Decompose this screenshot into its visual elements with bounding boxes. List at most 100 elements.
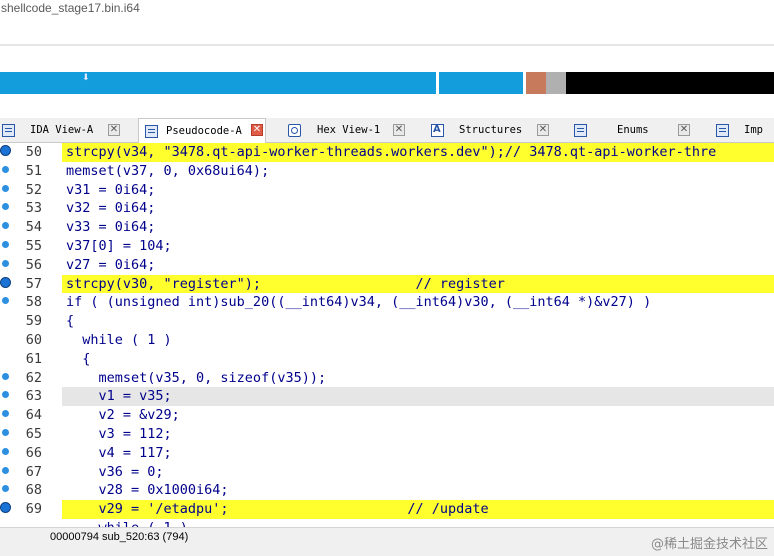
code-line[interactable]: 59 { [0,312,774,331]
close-icon[interactable]: ✕ [393,124,405,136]
breakpoint-dot-icon[interactable] [2,241,9,248]
ida-view-icon [2,123,15,137]
breakpoint-dot-icon[interactable] [2,429,9,436]
code-text: while ( 1 ) [66,332,172,348]
breakpoint-dot-icon[interactable] [0,145,11,156]
breakpoint-dot-icon[interactable] [2,184,9,192]
code-text: v28 = 0x1000i64; [66,482,229,499]
code-line[interactable]: 51 memset(v37, 0, 0x68ui64); [0,162,774,181]
code-line[interactable]: while ( 1 ) [0,519,774,527]
line-number: 54 [25,219,42,236]
toolbar-area [0,18,774,44]
code-line[interactable]: 55 v37[0] = 104; [0,237,774,256]
tab-ida-view-a[interactable]: IDA View-A ✕ [2,119,120,141]
navband-code-segment-2 [439,72,523,94]
line-number: 67 [25,463,42,480]
imports-icon [716,123,729,137]
tab-label: IDA View-A [30,124,94,136]
line-number: 55 [25,238,42,254]
line-number: 59 [25,313,42,330]
breakpoint-dot-icon[interactable] [2,410,9,418]
line-number: 50 [25,144,42,160]
enums-icon [574,123,587,137]
code-line[interactable]: 65 v3 = 112; [0,425,774,444]
structures-icon [431,123,444,137]
code-line[interactable]: 57 strcpy(v30, "register"); // register [0,274,774,294]
close-icon[interactable]: ✕ [537,124,549,136]
code-text: v1 = v35; [66,388,172,405]
code-line[interactable]: 58 if ( (unsigned int)sub_20((__int64)v34… [0,293,774,312]
code-line[interactable]: 63 v1 = v35; [0,387,774,407]
breakpoint-dot-icon[interactable] [2,391,9,399]
tab-label: Enums [617,124,649,136]
line-number: 63 [25,388,42,405]
breakpoint-dot-icon[interactable] [2,466,9,474]
navband-position-arrow-icon: ⬇ [82,73,90,83]
navigation-band[interactable]: ⬇ [0,72,774,94]
pseudocode-icon [145,124,158,138]
breakpoint-dot-icon[interactable] [2,447,9,455]
code-text: v3 = 112; [66,426,172,442]
code-line[interactable]: 69 v29 = '/etadpu'; // /update [0,500,774,519]
code-line[interactable]: 68 v28 = 0x1000i64; [0,481,774,500]
spacer [0,94,774,116]
line-number: 69 [25,501,42,518]
line-number: 62 [25,369,42,386]
tab-pseudocode-a[interactable]: Pseudocode-A ✕ [138,118,266,143]
navband-external-segment [566,72,774,94]
code-line[interactable]: 50 strcpy(v34, "3478.qt-api-worker-thread… [0,143,774,162]
tab-label: Structures [459,124,523,136]
line-number: 51 [25,162,42,179]
line-number: 52 [25,181,42,198]
code-text: strcpy(v34, "3478.qt-api-worker-threads.… [66,144,717,160]
close-icon[interactable]: ✕ [108,124,120,136]
navband-code-segment [0,72,436,94]
tab-enums[interactable]: Enums ✕ [574,119,690,141]
code-line[interactable]: 64 v2 = &v29; [0,406,774,425]
code-text: v32 = 0i64; [66,200,156,217]
tab-imports[interactable]: Imp [716,119,774,141]
breakpoint-dot-icon[interactable] [0,502,11,514]
code-text: { [66,313,75,330]
code-line[interactable]: 61 { [0,350,774,369]
tab-structures[interactable]: Structures ✕ [431,119,549,141]
status-address: 00000794 sub_520:63 (794) [50,531,189,543]
code-text: v4 = 117; [66,444,172,461]
breakpoint-dot-icon[interactable] [2,222,9,230]
close-icon[interactable]: ✕ [251,124,263,136]
code-line[interactable]: 60 while ( 1 ) [0,331,774,350]
breakpoint-dot-icon[interactable] [0,276,11,288]
code-line[interactable]: 54 v33 = 0i64; [0,218,774,237]
code-line[interactable]: 56 v27 = 0i64; [0,256,774,275]
code-text: v33 = 0i64; [66,219,156,236]
code-line[interactable]: 66 v4 = 117; [0,444,774,463]
breakpoint-dot-icon[interactable] [2,259,9,267]
code-text: strcpy(v30, "register"); // register [66,275,505,292]
watermark: @稀土掘金技术社区 [650,537,768,552]
status-bar: 00000794 sub_520:63 (794) @稀土掘金技术社区 [0,527,774,556]
tab-hex-view-1[interactable]: Hex View-1 ✕ [288,119,405,141]
line-number: 68 [25,482,42,499]
line-number: 65 [25,426,42,442]
code-text: while ( 1 ) [66,519,188,527]
code-line[interactable]: 62 memset(v35, 0, sizeof(v35)); [0,369,774,388]
breakpoint-dot-icon[interactable] [2,372,9,380]
code-line[interactable]: 67 v36 = 0; [0,463,774,482]
breakpoint-dot-icon[interactable] [2,165,9,173]
breakpoint-dot-icon[interactable] [2,203,9,211]
code-text: v37[0] = 104; [66,238,172,254]
code-text: { [66,350,91,367]
code-line[interactable]: 52 v31 = 0i64; [0,181,774,200]
breakpoint-dot-icon[interactable] [2,485,9,493]
code-text: if ( (unsigned int)sub_20((__int64)v34, … [66,294,652,311]
breakpoint-dot-icon[interactable] [2,297,9,305]
code-line[interactable]: 53 v32 = 0i64; [0,199,774,218]
tab-label: Pseudocode-A [166,125,242,137]
close-icon[interactable]: ✕ [678,124,690,136]
toolbar-divider [0,44,774,46]
line-number: 56 [25,256,42,273]
pseudocode-view[interactable]: 50 strcpy(v34, "3478.qt-api-worker-thread… [0,143,774,527]
line-number: 58 [25,294,42,311]
line-number: 64 [25,407,42,424]
tab-bar: IDA View-A ✕ Pseudocode-A ✕ Hex View-1 ✕… [0,118,774,143]
